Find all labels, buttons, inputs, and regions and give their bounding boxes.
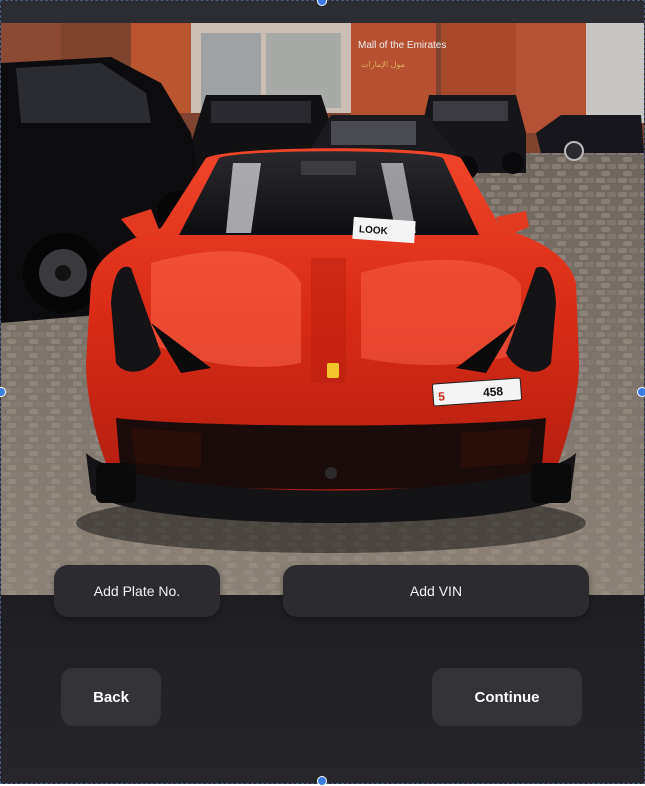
svg-text:مول الإمارات: مول الإمارات: [361, 60, 405, 70]
resize-handle-right[interactable]: [637, 387, 645, 397]
add-plate-label: Add Plate No.: [93, 583, 181, 599]
svg-text:LOOK: LOOK: [359, 224, 389, 237]
back-button[interactable]: Back: [61, 668, 161, 726]
continue-label: Continue: [474, 688, 540, 706]
add-plate-button[interactable]: Add Plate No.: [54, 565, 220, 617]
continue-button[interactable]: Continue: [432, 668, 582, 726]
resize-handle-bottom[interactable]: [317, 776, 327, 786]
add-vin-button[interactable]: Add VIN: [283, 565, 589, 617]
car-photo: Mall of the Emirates مول الإمارات LOOK 5…: [1, 23, 644, 595]
mall-sign: Mall of the Emirates: [358, 40, 446, 51]
svg-text:5: 5: [438, 389, 446, 403]
back-label: Back: [93, 688, 129, 706]
add-vin-label: Add VIN: [409, 583, 463, 599]
vehicle-capture-screen: Mall of the Emirates مول الإمارات LOOK 5…: [0, 0, 645, 784]
svg-text:458: 458: [483, 384, 504, 399]
